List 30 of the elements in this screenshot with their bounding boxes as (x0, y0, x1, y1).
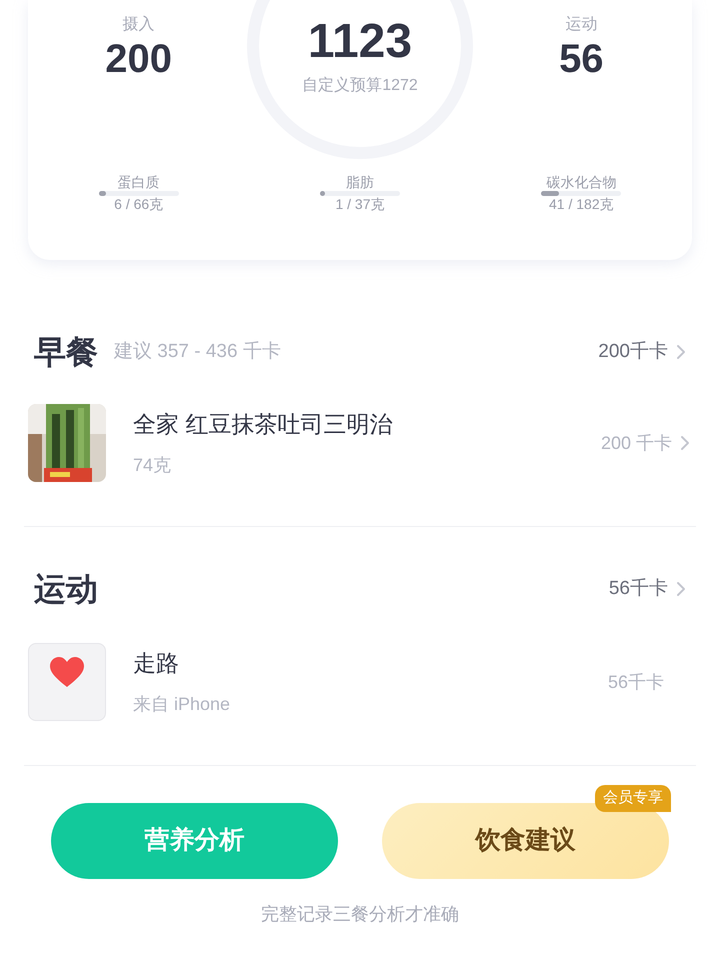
section-title: 运动 (34, 570, 98, 609)
macro-reading: 1 / 37克 (335, 196, 384, 213)
diet-advice-button[interactable]: 饮食建议 (382, 803, 669, 879)
remaining-calories: 1123 (308, 18, 412, 66)
section-title: 早餐 (34, 333, 98, 372)
member-badge: 会员专享 (595, 785, 671, 812)
intake-label: 摄入 (122, 14, 155, 35)
item-calories: 56千卡 (608, 670, 664, 694)
item-name: 全家 红豆抹茶吐司三明治 (133, 410, 392, 440)
chevron-icon (676, 581, 686, 597)
item-detail: 74克 (133, 454, 172, 477)
macro-reading: 41 / 182克 (549, 196, 614, 213)
exercise-label: 运动 (565, 15, 598, 35)
item-name: 走路 (133, 649, 180, 678)
macro-label: 碳水化合物 (546, 174, 616, 191)
macro-label: 蛋白质 (118, 174, 160, 191)
chevron-icon (676, 344, 686, 360)
item-detail: 来自 iPhone (133, 692, 230, 716)
macro-reading: 6 / 66克 (114, 196, 164, 213)
item-calories: 200 千卡 (600, 432, 672, 454)
intake-value: 200 (105, 37, 172, 81)
budget-caption: 自定义预算1272 (302, 76, 418, 96)
macro-label: 脂肪 (346, 174, 374, 191)
section-total: 200千卡 (598, 340, 668, 364)
footer-hint: 完整记录三餐分析才准确 (260, 903, 460, 926)
section-total: 56千卡 (608, 576, 668, 601)
section-hint: 建议 357 - 436 千卡 (114, 340, 281, 364)
chevron-icon (680, 435, 690, 451)
heart-icon (49, 656, 85, 688)
exercise-value: 56 (559, 37, 604, 81)
